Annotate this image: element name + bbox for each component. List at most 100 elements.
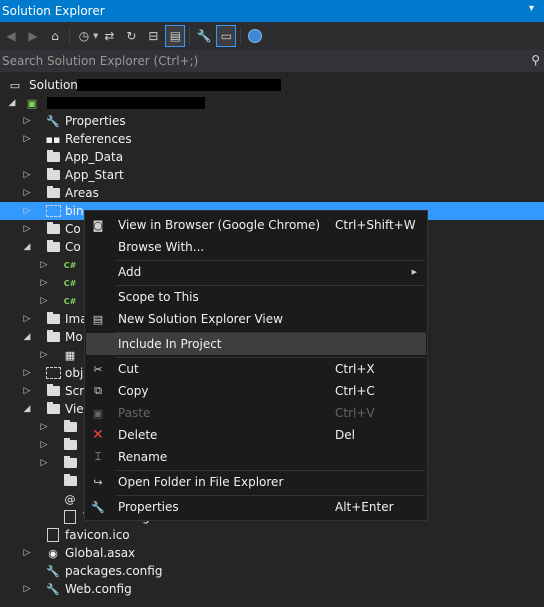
collapse-arrow-icon[interactable]: ◢ <box>22 332 32 342</box>
tree-row[interactable]: ▷ Areas <box>0 184 544 202</box>
menu-item-browse-with[interactable]: Browse With... <box>85 236 427 258</box>
expand-arrow-icon[interactable]: ▷ <box>22 584 32 594</box>
preview-icon[interactable]: ▭ <box>216 25 237 47</box>
new-view-icon: ▤ <box>92 312 104 326</box>
expand-arrow-icon[interactable]: ▷ <box>22 368 32 378</box>
expand-arrow-icon[interactable]: ▷ <box>22 314 32 324</box>
tree-item-label: App_Start <box>65 168 124 182</box>
folder-icon <box>62 419 78 435</box>
tree-item-label: Scr <box>65 384 85 398</box>
collapse-arrow-icon[interactable]: ◢ <box>7 98 17 108</box>
pin-icon[interactable]: ▾ <box>529 3 534 14</box>
menu-item-shortcut: Ctrl+X <box>335 362 375 376</box>
expand-arrow-icon[interactable]: ▷ <box>22 386 32 396</box>
expand-arrow-icon[interactable]: ▷ <box>22 188 32 198</box>
tree-row[interactable]: App_Data <box>0 148 544 166</box>
sync-icon[interactable]: ⇄ <box>99 25 119 47</box>
expand-arrow-icon[interactable]: ▷ <box>39 440 49 450</box>
folder-icon <box>45 239 61 255</box>
history-icon[interactable]: ◷ <box>74 25 94 47</box>
expand-arrow-icon[interactable]: ▷ <box>22 170 32 180</box>
folder-icon <box>62 437 78 453</box>
folder-icon <box>45 329 61 345</box>
menu-item-label: New Solution Explorer View <box>118 312 283 326</box>
tree-item-label: Vie <box>65 402 84 416</box>
expand-arrow-icon[interactable]: ▷ <box>22 134 32 144</box>
tree-item-label: Global.asax <box>65 546 136 560</box>
show-all-files-icon[interactable]: ▤ <box>165 25 186 47</box>
expand-arrow-icon[interactable]: ▷ <box>22 116 32 126</box>
search-bar: ⚲ <box>0 50 544 72</box>
tree-row[interactable]: ▷ 🔧 Properties <box>0 112 544 130</box>
expand-arrow-icon[interactable]: ▷ <box>22 224 32 234</box>
tree-row-solution[interactable]: ▭ Solution <box>0 76 544 94</box>
tree-row[interactable]: ▷ App_Start <box>0 166 544 184</box>
expand-arrow-icon[interactable]: ▷ <box>39 260 49 270</box>
menu-item-label: Scope to This <box>118 290 199 304</box>
menu-item-copy[interactable]: ⧉ Copy Ctrl+C <box>85 380 427 402</box>
csharp-file-icon: C# <box>63 278 77 288</box>
wrench-icon: 🔧 <box>46 114 60 128</box>
context-menu: ◙ View in Browser (Google Chrome) Ctrl+S… <box>84 210 428 521</box>
tree-item-label: Co <box>65 240 81 254</box>
tree-row[interactable]: ▷ ▪▪ References <box>0 130 544 148</box>
tree-row[interactable]: 🔧 packages.config <box>0 562 544 580</box>
collapse-arrow-icon[interactable]: ◢ <box>22 242 32 252</box>
expand-arrow-icon[interactable]: ▷ <box>39 296 49 306</box>
menu-item-cut[interactable]: ✂ Cut Ctrl+X <box>85 358 427 380</box>
menu-item-paste[interactable]: ▣ Paste Ctrl+V <box>85 402 427 424</box>
folder-icon <box>45 149 61 165</box>
collapse-arrow-icon[interactable]: ◢ <box>22 404 32 414</box>
menu-item-include-in-project[interactable]: Include In Project <box>86 333 426 355</box>
folder-icon <box>45 167 61 183</box>
csharp-file-icon: C# <box>63 260 77 270</box>
copy-icon: ⧉ <box>94 384 102 397</box>
menu-item-label: Add <box>118 265 142 279</box>
expand-arrow-icon[interactable]: ▷ <box>39 350 49 360</box>
menu-item-delete[interactable]: ✕ Delete Del <box>85 424 427 446</box>
rename-icon: ⌶ <box>94 450 102 463</box>
menu-item-shortcut: Ctrl+V <box>335 406 375 420</box>
toolbar: ◀ ▶ ⌂ ◷ ▼ ⇄ ↻ ⊟ ▤ 🔧 ▭ <box>0 22 544 50</box>
tree-item-label: App_Data <box>65 150 124 164</box>
tree-item-label: References <box>65 132 132 146</box>
chevron-down-icon[interactable]: ▼ <box>93 32 98 40</box>
forward-icon[interactable]: ▶ <box>23 25 43 47</box>
expand-arrow-icon[interactable]: ▷ <box>39 422 49 432</box>
tree-item-label: Solution <box>29 78 78 92</box>
menu-item-open-folder[interactable]: ↪ Open Folder in File Explorer <box>85 471 427 493</box>
razor-file-icon: @ <box>64 492 76 506</box>
config-file-icon <box>62 509 78 525</box>
menu-item-shortcut: Ctrl+C <box>335 384 375 398</box>
home-icon[interactable]: ⌂ <box>45 25 65 47</box>
menu-item-label: Include In Project <box>118 337 222 351</box>
refresh-icon[interactable]: ↻ <box>121 25 141 47</box>
tree-row[interactable]: favicon.ico <box>0 526 544 544</box>
expand-arrow-icon[interactable]: ▷ <box>22 548 32 558</box>
browser-link-icon[interactable] <box>245 25 265 47</box>
menu-item-new-solution-explorer-view[interactable]: ▤ New Solution Explorer View <box>85 308 427 330</box>
properties-icon[interactable]: 🔧 <box>194 25 214 47</box>
search-icon[interactable]: ⚲ <box>531 53 540 67</box>
menu-item-properties[interactable]: 🔧 Properties Alt+Enter <box>85 496 427 518</box>
menu-item-shortcut: Ctrl+Shift+W <box>335 218 416 232</box>
menu-item-label: Delete <box>118 428 158 442</box>
expand-arrow-icon[interactable]: ▷ <box>39 458 49 468</box>
menu-item-view-in-browser[interactable]: ◙ View in Browser (Google Chrome) Ctrl+S… <box>85 214 427 236</box>
collapse-icon[interactable]: ⊟ <box>143 25 163 47</box>
folder-icon <box>45 401 61 417</box>
tree-row[interactable]: ▷ 🔧 Web.config <box>0 580 544 598</box>
expand-arrow-icon[interactable]: ▷ <box>39 278 49 288</box>
back-icon[interactable]: ◀ <box>1 25 21 47</box>
excluded-folder-icon <box>45 365 61 381</box>
tree-row[interactable]: ▷ ◉ Global.asax <box>0 544 544 562</box>
menu-item-scope-to-this[interactable]: Scope to This <box>85 286 427 308</box>
toolbar-separator <box>69 28 70 44</box>
expand-arrow-icon[interactable]: ▷ <box>22 206 32 216</box>
menu-item-add[interactable]: Add ▶ <box>85 261 427 283</box>
search-input[interactable] <box>0 53 514 69</box>
toolbar-separator <box>240 28 242 44</box>
tree-row-project[interactable]: ◢ ▣ <box>0 94 544 112</box>
menu-item-rename[interactable]: ⌶ Rename <box>85 446 427 468</box>
folder-icon <box>62 455 78 471</box>
